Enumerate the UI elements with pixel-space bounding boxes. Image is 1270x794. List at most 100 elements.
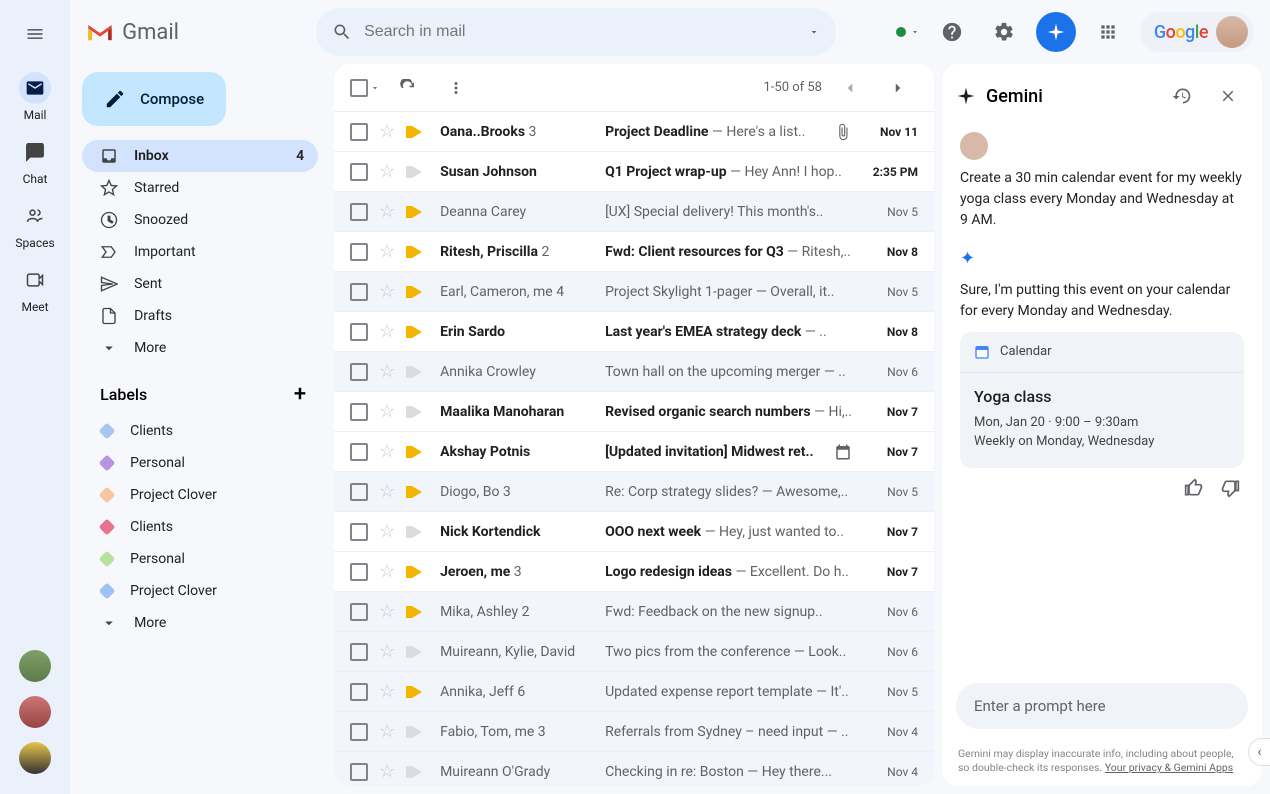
status-indicator[interactable] [896, 27, 920, 37]
important-marker[interactable] [412, 286, 422, 298]
rail-mail[interactable]: Mail [15, 72, 54, 122]
star-button[interactable]: ☆ [378, 121, 396, 142]
star-button[interactable]: ☆ [378, 281, 396, 302]
star-button[interactable]: ☆ [378, 681, 396, 702]
row-checkbox[interactable] [350, 323, 368, 341]
row-checkbox[interactable] [350, 123, 368, 141]
folder-snoozed[interactable]: Snoozed [82, 204, 318, 236]
important-marker[interactable] [412, 486, 422, 498]
email-row[interactable]: ☆Jeroen, me 3Logo redesign ideas — Excel… [334, 552, 934, 592]
label-item[interactable]: Personal [82, 543, 318, 575]
email-row[interactable]: ☆Maalika ManoharanRevised organic search… [334, 392, 934, 432]
row-checkbox[interactable] [350, 643, 368, 661]
compose-button[interactable]: Compose [82, 72, 226, 126]
row-checkbox[interactable] [350, 363, 368, 381]
row-checkbox[interactable] [350, 523, 368, 541]
labels-more[interactable]: More [82, 607, 318, 639]
close-button[interactable] [1208, 76, 1248, 116]
email-row[interactable]: ☆Erin SardoLast year's EMEA strategy dec… [334, 312, 934, 352]
folder-sent[interactable]: Sent [82, 268, 318, 300]
row-checkbox[interactable] [350, 483, 368, 501]
star-button[interactable]: ☆ [378, 601, 396, 622]
privacy-link[interactable]: Your privacy & Gemini Apps [1105, 761, 1233, 774]
calendar-card[interactable]: Calendar Yoga class Mon, Jan 20 · 9:00 –… [960, 332, 1244, 468]
help-button[interactable] [932, 12, 972, 52]
folder-more[interactable]: More [82, 332, 318, 364]
chat-avatar[interactable] [19, 696, 51, 728]
label-item[interactable]: Project Clover [82, 479, 318, 511]
row-checkbox[interactable] [350, 603, 368, 621]
select-all-checkbox[interactable] [350, 79, 380, 97]
search-input[interactable] [364, 23, 796, 41]
row-checkbox[interactable] [350, 683, 368, 701]
more-button[interactable] [436, 68, 476, 108]
star-button[interactable]: ☆ [378, 401, 396, 422]
gmail-logo[interactable]: Gmail [86, 20, 306, 45]
star-button[interactable]: ☆ [378, 521, 396, 542]
search-bar[interactable] [316, 8, 836, 56]
star-button[interactable]: ☆ [378, 161, 396, 182]
chat-avatar[interactable] [19, 742, 51, 774]
email-row[interactable]: ☆Earl, Cameron, me 4Project Skylight 1-p… [334, 272, 934, 312]
email-row[interactable]: ☆Annika, Jeff 6Updated expense report te… [334, 672, 934, 712]
row-checkbox[interactable] [350, 443, 368, 461]
star-button[interactable]: ☆ [378, 481, 396, 502]
older-button[interactable] [878, 68, 918, 108]
important-marker[interactable] [412, 766, 422, 778]
folder-starred[interactable]: Starred [82, 172, 318, 204]
apps-button[interactable] [1088, 12, 1128, 52]
row-checkbox[interactable] [350, 763, 368, 781]
email-row[interactable]: ☆Muireann O'GradyChecking in re: Boston … [334, 752, 934, 786]
star-button[interactable]: ☆ [378, 201, 396, 222]
important-marker[interactable] [412, 246, 422, 258]
important-marker[interactable] [412, 566, 422, 578]
main-menu-button[interactable] [11, 10, 59, 58]
important-marker[interactable] [412, 326, 422, 338]
folder-important[interactable]: Important [82, 236, 318, 268]
important-marker[interactable] [412, 406, 422, 418]
email-row[interactable]: ☆Ritesh, Priscilla 2Fwd: Client resource… [334, 232, 934, 272]
email-row[interactable]: ☆Diogo, Bo 3Re: Corp strategy slides? — … [334, 472, 934, 512]
row-checkbox[interactable] [350, 243, 368, 261]
rail-chat[interactable]: Chat [15, 136, 54, 186]
important-marker[interactable] [412, 646, 422, 658]
row-checkbox[interactable] [350, 163, 368, 181]
row-checkbox[interactable] [350, 403, 368, 421]
label-item[interactable]: Personal [82, 447, 318, 479]
rail-meet[interactable]: Meet [15, 264, 54, 314]
email-row[interactable]: ☆Annika CrowleyTown hall on the upcoming… [334, 352, 934, 392]
important-marker[interactable] [412, 526, 422, 538]
star-button[interactable]: ☆ [378, 361, 396, 382]
row-checkbox[interactable] [350, 203, 368, 221]
search-options-icon[interactable] [808, 26, 820, 38]
row-checkbox[interactable] [350, 563, 368, 581]
email-row[interactable]: ☆Susan JohnsonQ1 Project wrap-up — Hey A… [334, 152, 934, 192]
side-panel-toggle[interactable]: ‹ [1248, 738, 1270, 766]
important-marker[interactable] [412, 606, 422, 618]
important-marker[interactable] [412, 446, 422, 458]
important-marker[interactable] [412, 206, 422, 218]
chat-avatar[interactable] [19, 650, 51, 682]
settings-button[interactable] [984, 12, 1024, 52]
important-marker[interactable] [412, 726, 422, 738]
label-item[interactable]: Clients [82, 511, 318, 543]
star-button[interactable]: ☆ [378, 321, 396, 342]
thumbs-down-button[interactable] [1220, 478, 1240, 498]
email-row[interactable]: ☆Akshay Potnis[Updated invitation] Midwe… [334, 432, 934, 472]
rail-spaces[interactable]: Spaces [15, 200, 54, 250]
history-button[interactable] [1162, 76, 1202, 116]
folder-drafts[interactable]: Drafts [82, 300, 318, 332]
star-button[interactable]: ☆ [378, 241, 396, 262]
row-checkbox[interactable] [350, 723, 368, 741]
star-button[interactable]: ☆ [378, 561, 396, 582]
email-row[interactable]: ☆Mika, Ashley 2Fwd: Feedback on the new … [334, 592, 934, 632]
refresh-button[interactable] [388, 68, 428, 108]
important-marker[interactable] [412, 686, 422, 698]
important-marker[interactable] [412, 126, 422, 138]
gemini-prompt-input[interactable]: Enter a prompt here [956, 683, 1248, 729]
newer-button[interactable] [830, 68, 870, 108]
email-row[interactable]: ☆Nick KortendickOOO next week — Hey, jus… [334, 512, 934, 552]
gemini-button[interactable] [1036, 12, 1076, 52]
label-item[interactable]: Project Clover [82, 575, 318, 607]
important-marker[interactable] [412, 366, 422, 378]
